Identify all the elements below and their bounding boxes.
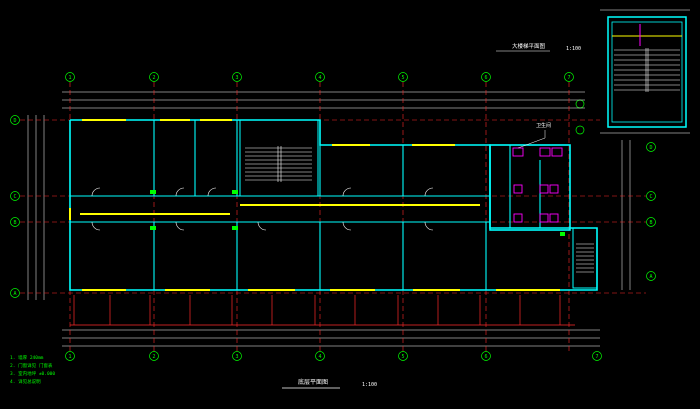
axis-label-bottom-6: 6 xyxy=(484,354,487,360)
axis-label-top-6: 6 xyxy=(484,75,487,81)
axis-label-top-3: 3 xyxy=(235,75,238,81)
axis-label-top-7: 7 xyxy=(567,75,570,81)
drawing-background xyxy=(0,0,700,405)
axis-label-top-2: 2 xyxy=(152,75,155,81)
inset-scale: 1:100 xyxy=(566,46,581,52)
axis-label-left-b: B xyxy=(13,220,16,226)
axis-label-left-c: C xyxy=(13,194,16,200)
note-3: 3. 室内地坪 ±0.000 xyxy=(10,370,55,377)
toilet-annotation: 卫生间 xyxy=(536,122,551,129)
axis-label-right-b: B xyxy=(649,220,652,226)
inset-title: 大楼梯平面图 xyxy=(512,42,546,50)
note-2: 2. 门窗详见 门窗表 xyxy=(10,362,53,369)
axis-label-left-a: A xyxy=(13,291,16,297)
axis-label-bottom-1: 1 xyxy=(68,354,71,360)
axis-label-bottom-4: 4 xyxy=(318,354,321,360)
floor-plan-drawing: 大楼梯平面图 1:100 1 2 3 4 5 6 7 1 2 3 4 5 6 7… xyxy=(0,0,700,405)
note-4: 4. 详见总说明 xyxy=(10,378,41,385)
axis-label-top-4: 4 xyxy=(318,75,321,81)
axis-label-bottom-7: 7 xyxy=(595,354,598,360)
axis-label-right-a: A xyxy=(649,274,652,280)
axis-label-right-c: C xyxy=(649,194,652,200)
axis-label-left-d: D xyxy=(13,118,16,124)
axis-label-bottom-3: 3 xyxy=(235,354,238,360)
axis-label-top-1: 1 xyxy=(68,75,71,81)
axis-label-top-5: 5 xyxy=(401,75,404,81)
axis-label-bottom-5: 5 xyxy=(401,354,404,360)
note-1: 1. 墙厚 240mm xyxy=(10,354,44,361)
axis-label-right-d: D xyxy=(649,145,652,151)
axis-label-bottom-2: 2 xyxy=(152,354,155,360)
cad-drawing-canvas: 大楼梯平面图 1:100 1 2 3 4 5 6 7 1 2 3 4 5 6 7… xyxy=(0,0,700,405)
main-title: 底层平面图 xyxy=(298,378,328,386)
main-scale: 1:100 xyxy=(362,382,377,388)
